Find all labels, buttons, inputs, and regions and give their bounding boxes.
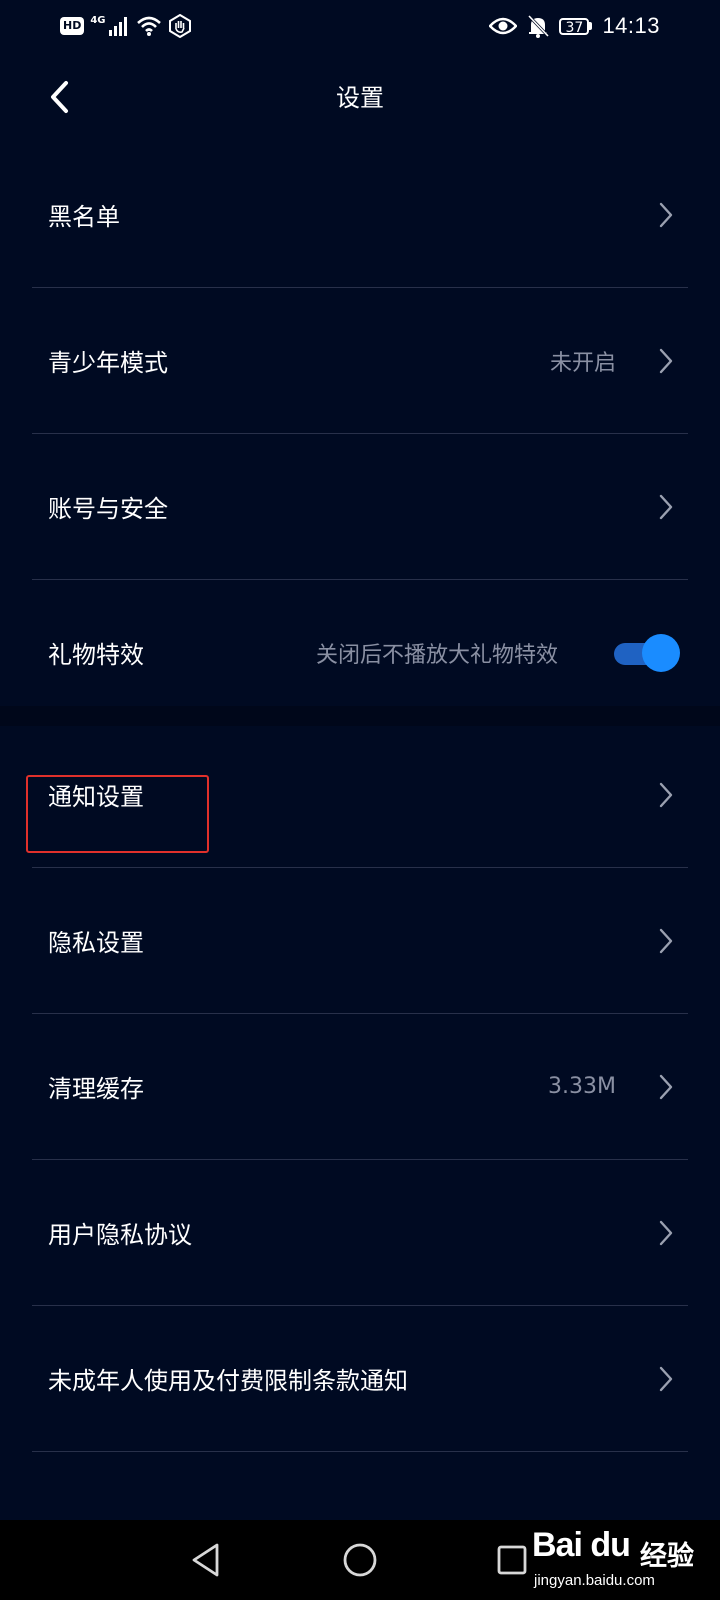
row-label: 通知设置 xyxy=(48,783,144,811)
home-circle-icon xyxy=(343,1543,377,1577)
settings-section-general: 黑名单 青少年模式 未开启 账号与安全 礼物特效 关闭后不播放大礼物特效 xyxy=(0,142,720,725)
hd-icon: HD xyxy=(60,17,85,35)
chevron-right-icon xyxy=(654,493,678,521)
status-time: 14:13 xyxy=(602,13,660,38)
eye-icon xyxy=(489,17,518,35)
signal-icon xyxy=(108,17,127,36)
gift-effects-toggle[interactable] xyxy=(610,633,680,673)
settings-row-clear-cache[interactable]: 清理缓存 3.33M xyxy=(32,1014,688,1160)
battery-level: 37 xyxy=(559,17,590,36)
wifi-icon xyxy=(136,16,161,36)
status-bar: HD 4G 37 14:13 xyxy=(0,0,720,52)
row-value: 3.33M xyxy=(548,1074,616,1099)
network-type-label: 4G xyxy=(90,14,106,26)
row-label: 用户隐私协议 xyxy=(48,1221,192,1249)
settings-row-teen-mode[interactable]: 青少年模式 未开启 xyxy=(32,288,688,434)
status-left: HD 4G xyxy=(60,12,192,40)
battery-cap xyxy=(589,22,593,30)
page-title: 设置 xyxy=(336,84,384,112)
row-label: 账号与安全 xyxy=(48,495,168,523)
watermark-url: jingyan.baidu.com xyxy=(534,1572,655,1589)
settings-row-minor-payment-terms[interactable]: 未成年人使用及付费限制条款通知 xyxy=(32,1306,688,1452)
mute-bell-icon xyxy=(528,14,550,38)
nav-header: 设置 xyxy=(0,52,720,142)
toggle-knob xyxy=(642,633,680,672)
baidu-jingyan-watermark: Bai du 经验 jingyan.baidu.com xyxy=(528,1520,708,1600)
chevron-right-icon xyxy=(654,347,678,375)
chevron-right-icon xyxy=(654,201,678,229)
settings-section-privacy: 通知设置 隐私设置 清理缓存 3.33M 用户隐私协议 未成年人使用及付费限制条… xyxy=(0,722,720,1452)
nav-home-button[interactable] xyxy=(338,1538,382,1582)
row-label: 未成年人使用及付费限制条款通知 xyxy=(48,1367,408,1395)
chevron-right-icon xyxy=(654,781,678,809)
chevron-right-icon xyxy=(654,1219,678,1247)
settings-row-user-privacy-agreement[interactable]: 用户隐私协议 xyxy=(32,1160,688,1306)
system-nav-bar: Bai du 经验 jingyan.baidu.com xyxy=(0,1520,720,1600)
settings-row-blacklist[interactable]: 黑名单 xyxy=(32,142,688,288)
settings-row-gift-effects: 礼物特效 关闭后不播放大礼物特效 xyxy=(32,580,688,725)
watermark-tag: 经验 xyxy=(640,1541,694,1572)
chevron-right-icon xyxy=(654,1073,678,1101)
settings-row-privacy[interactable]: 隐私设置 xyxy=(32,868,688,1014)
back-triangle-icon xyxy=(192,1543,219,1577)
row-label: 礼物特效 xyxy=(48,641,144,669)
row-label: 青少年模式 xyxy=(48,349,168,377)
row-value: 未开启 xyxy=(549,350,616,376)
chevron-right-icon xyxy=(654,927,678,955)
settings-row-notification[interactable]: 通知设置 xyxy=(32,722,688,868)
battery-icon: 37 xyxy=(559,17,593,36)
row-label: 清理缓存 xyxy=(48,1075,144,1103)
hand-icon xyxy=(168,14,191,38)
row-label: 隐私设置 xyxy=(48,929,144,957)
watermark-logo: Bai du xyxy=(532,1526,631,1564)
row-label: 黑名单 xyxy=(48,203,120,231)
status-right: 37 14:13 xyxy=(489,10,660,42)
nav-back-button[interactable] xyxy=(184,1538,228,1582)
row-value: 关闭后不播放大礼物特效 xyxy=(315,642,558,668)
chevron-right-icon xyxy=(654,1365,678,1393)
settings-row-account-security[interactable]: 账号与安全 xyxy=(32,434,688,580)
recents-square-icon xyxy=(497,1545,527,1575)
